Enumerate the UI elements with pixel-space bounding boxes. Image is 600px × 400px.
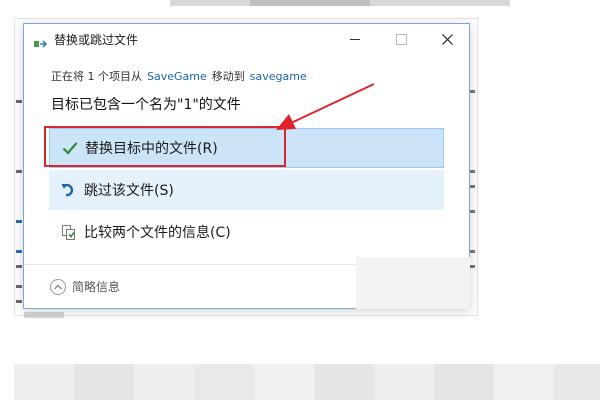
- annotation-arrow-icon: [276, 83, 375, 130]
